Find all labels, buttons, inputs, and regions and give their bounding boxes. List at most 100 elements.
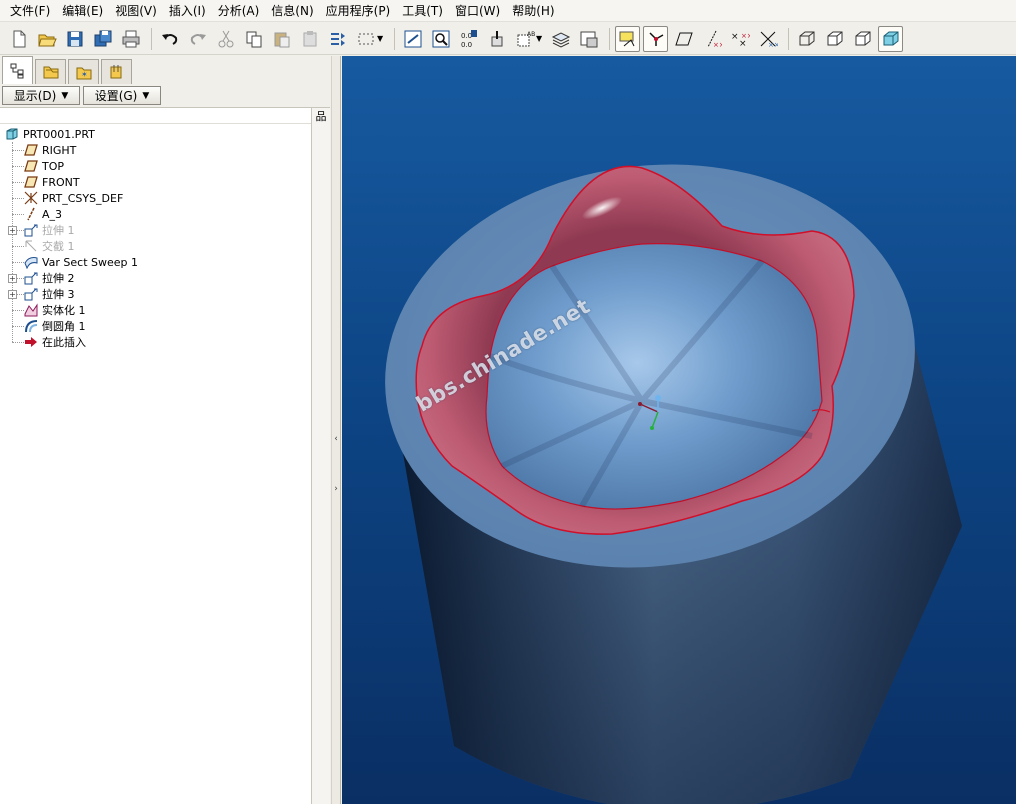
extrude-icon xyxy=(23,270,39,286)
save-icon[interactable] xyxy=(62,26,87,52)
settings-dropdown[interactable]: 设置(G) ▼ xyxy=(83,86,161,105)
folder-browser-tab-icon[interactable] xyxy=(35,59,66,84)
datum-plane-icon xyxy=(23,174,39,190)
cut-icon[interactable] xyxy=(213,26,238,52)
favorites-tab-icon[interactable]: ✶ xyxy=(68,59,99,84)
tree-item-label: 在此插入 xyxy=(42,336,86,349)
tree-item[interactable]: 拉伸 3 xyxy=(23,286,75,302)
tree-item[interactable]: 交截 1 xyxy=(23,238,75,254)
solidify-icon xyxy=(23,302,39,318)
var-sweep-icon xyxy=(23,254,39,270)
tree-connector-line xyxy=(12,142,13,342)
insert-here-arrow-icon xyxy=(23,334,39,350)
select-box-icon[interactable] xyxy=(353,26,378,52)
tree-item[interactable]: 在此插入 xyxy=(23,334,86,350)
model-tree-tab-icon[interactable] xyxy=(2,56,33,84)
tree-item-label: 拉伸 1 xyxy=(42,224,75,237)
menu-item-0[interactable]: 文件(F) xyxy=(4,1,56,21)
model-tree: PRT0001.PRT RIGHT TOP FRONT PRT_CSYS_DEF A_3 +… xyxy=(0,108,311,804)
repaint-icon[interactable] xyxy=(400,26,425,52)
menu-item-9[interactable]: 帮助(H) xyxy=(506,1,560,21)
menu-item-2[interactable]: 视图(V) xyxy=(109,1,163,21)
tree-root-label: PRT0001.PRT xyxy=(23,127,95,141)
navigator-tabs: ✶ xyxy=(0,56,330,84)
model-tree-icon[interactable] xyxy=(576,26,601,52)
extrude-icon xyxy=(23,286,39,302)
tree-columns-strip: 品 xyxy=(311,108,330,804)
tree-expand-icon[interactable]: + xyxy=(8,226,17,235)
menu-item-3[interactable]: 插入(I) xyxy=(163,1,212,21)
chevron-down-icon[interactable]: ▼ xyxy=(377,34,385,43)
tree-item[interactable]: RIGHT xyxy=(23,142,76,158)
datum-display-icon[interactable] xyxy=(615,25,640,52)
menu-item-6[interactable]: 应用程序(P) xyxy=(320,1,397,21)
layers-icon[interactable] xyxy=(548,26,573,52)
show-dropdown[interactable]: 显示(D) ▼ xyxy=(2,86,80,105)
panel-splitter[interactable]: ‹ › xyxy=(331,56,341,804)
no-hidden-icon[interactable] xyxy=(850,26,875,52)
view-manager-icon[interactable]: AB xyxy=(512,26,537,52)
tree-item[interactable]: FRONT xyxy=(23,174,80,190)
tree-header-divider xyxy=(0,123,311,124)
menu-item-8[interactable]: 窗口(W) xyxy=(449,1,506,21)
collapse-left-icon[interactable]: ‹ xyxy=(333,434,339,448)
svg-text:××: ×× xyxy=(741,32,750,40)
menu-item-7[interactable]: 工具(T) xyxy=(396,1,449,21)
csys-display-icon[interactable]: × × ×× xyxy=(727,26,752,52)
spin-center-icon[interactable]: ×× xyxy=(755,26,780,52)
copy-icon[interactable] xyxy=(241,26,266,52)
connections-tab-icon[interactable] xyxy=(101,59,132,84)
redo-icon[interactable] xyxy=(185,26,210,52)
tree-item-label: 倒圆角 1 xyxy=(42,320,86,333)
svg-text:×: × xyxy=(731,32,739,42)
tree-item-label: 实体化 1 xyxy=(42,304,86,317)
shaded-icon[interactable] xyxy=(878,25,903,52)
tree-item[interactable]: 拉伸 2 xyxy=(23,270,75,286)
graphics-window[interactable]: bbs.chinade.net xyxy=(342,56,1016,804)
paste-special-icon[interactable] xyxy=(297,26,322,52)
tree-item[interactable]: A_3 xyxy=(23,206,62,222)
save-copy-icon[interactable] xyxy=(90,26,115,52)
extrude-icon xyxy=(23,222,39,238)
csys-icon xyxy=(23,190,39,206)
tree-item-label: 交截 1 xyxy=(42,240,75,253)
paste-icon[interactable] xyxy=(269,26,294,52)
settings-dropdown-label: 设置(G) xyxy=(94,89,138,103)
datum-plane-icon xyxy=(23,158,39,174)
print-icon[interactable] xyxy=(118,26,143,52)
wireframe-icon[interactable] xyxy=(794,26,819,52)
tree-expand-icon[interactable]: + xyxy=(8,274,17,283)
dimension-icon[interactable]: 0.0 0.0 xyxy=(456,26,481,52)
show-dropdown-label: 显示(D) xyxy=(13,89,57,103)
menu-item-4[interactable]: 分析(A) xyxy=(212,1,266,21)
chevron-down-icon: ▼ xyxy=(142,90,150,101)
axis-display-icon[interactable] xyxy=(643,25,668,52)
menu-item-5[interactable]: 信息(N) xyxy=(265,1,319,21)
tree-item[interactable]: 实体化 1 xyxy=(23,302,86,318)
tree-columns-icon[interactable]: 品 xyxy=(314,108,328,123)
regenerate-icon[interactable] xyxy=(325,26,350,52)
part-model[interactable] xyxy=(342,56,1016,804)
undo-icon[interactable] xyxy=(157,26,182,52)
tree-root-part[interactable]: PRT0001.PRT xyxy=(4,126,95,142)
expand-right-icon[interactable]: › xyxy=(333,484,339,498)
pro-e-window: 文件(F) 编辑(E) 视图(V) 插入(I) 分析(A) 信息(N) 应用程序(P) 工具(… xyxy=(0,0,1016,804)
menu-item-1[interactable]: 编辑(E) xyxy=(56,1,109,21)
tree-item[interactable]: Var Sect Sweep 1 xyxy=(23,254,138,270)
chevron-down-icon[interactable]: ▼ xyxy=(536,34,544,43)
toolbar-separator xyxy=(394,27,395,50)
zoom-fit-icon[interactable] xyxy=(428,26,453,52)
svg-text:0.0: 0.0 xyxy=(461,41,472,49)
tree-item[interactable]: 拉伸 1 xyxy=(23,222,75,238)
tree-item[interactable]: PRT_CSYS_DEF xyxy=(23,190,123,206)
tree-expand-icon[interactable]: + xyxy=(8,290,17,299)
point-display-icon[interactable]: ×× xyxy=(699,26,724,52)
open-icon[interactable] xyxy=(34,26,59,52)
tree-item[interactable]: 倒圆角 1 xyxy=(23,318,86,334)
cursor-icon[interactable] xyxy=(484,26,509,52)
tree-item-label: PRT_CSYS_DEF xyxy=(42,191,124,205)
plane-display-icon[interactable] xyxy=(671,26,696,52)
tree-item[interactable]: TOP xyxy=(23,158,64,174)
new-icon[interactable] xyxy=(6,26,31,52)
hidden-line-icon[interactable] xyxy=(822,26,847,52)
